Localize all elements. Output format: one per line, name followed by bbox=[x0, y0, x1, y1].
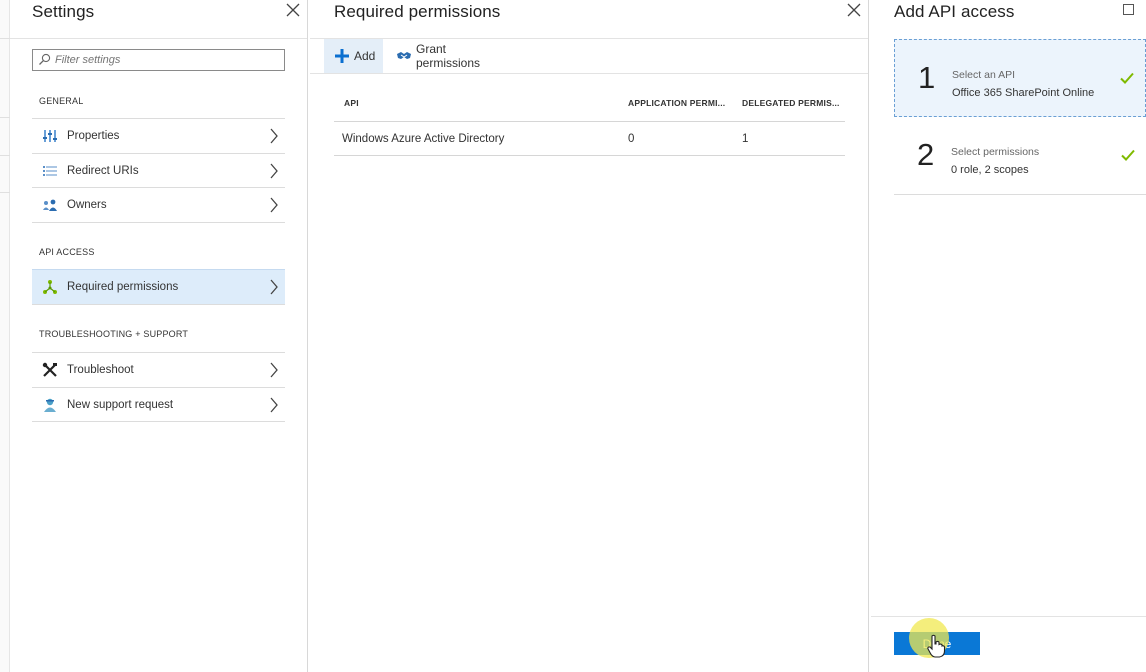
step-subtitle: 0 role, 2 scopes bbox=[951, 164, 1029, 176]
handshake-icon bbox=[396, 48, 412, 64]
add-api-access-blade: Add API access 1 Select an API Office 36… bbox=[871, 0, 1146, 672]
table-row[interactable]: Windows Azure Active Directory 0 1 bbox=[334, 122, 845, 156]
permissions-icon bbox=[42, 279, 58, 295]
checkmark-icon bbox=[1119, 70, 1135, 86]
step-title: Select an API bbox=[952, 69, 1016, 81]
step-select-api[interactable]: 1 Select an API Office 365 SharePoint On… bbox=[894, 39, 1146, 117]
column-header-api[interactable]: API bbox=[344, 88, 624, 122]
cell-api-name: Windows Azure Active Directory bbox=[342, 133, 505, 145]
section-heading-api-access: API ACCESS bbox=[39, 247, 95, 257]
maximize-icon[interactable] bbox=[1123, 4, 1134, 15]
step-title: Select permissions bbox=[951, 146, 1040, 158]
menu-item-label: Owners bbox=[67, 199, 107, 211]
menu-item-required-permissions[interactable]: Required permissions bbox=[32, 270, 285, 305]
close-icon[interactable] bbox=[847, 3, 861, 17]
checkmark-icon bbox=[1120, 147, 1136, 163]
tools-icon bbox=[42, 362, 58, 378]
list-icon bbox=[42, 163, 58, 179]
permissions-table: API APPLICATION PERMI... DELEGATED PERMI… bbox=[334, 88, 845, 156]
section-heading-troubleshooting: TROUBLESHOOTING + SUPPORT bbox=[39, 329, 189, 339]
owners-icon bbox=[42, 197, 58, 213]
step-number: 1 bbox=[918, 60, 936, 95]
close-icon[interactable] bbox=[286, 3, 300, 17]
menu-item-label: Troubleshoot bbox=[67, 364, 134, 376]
chevron-right-icon bbox=[269, 397, 279, 413]
api-access-menu: Required permissions bbox=[32, 269, 285, 305]
chevron-right-icon bbox=[269, 128, 279, 144]
menu-item-label: Properties bbox=[67, 130, 120, 142]
grant-permissions-label: Grant permissions bbox=[416, 42, 481, 70]
support-person-icon bbox=[42, 397, 58, 413]
cell-application-permissions: 0 bbox=[628, 133, 635, 145]
step-select-permissions[interactable]: 2 Select permissions 0 role, 2 scopes bbox=[894, 117, 1146, 195]
column-header-application-permissions[interactable]: APPLICATION PERMI... bbox=[628, 88, 732, 122]
chevron-right-icon bbox=[269, 279, 279, 295]
grant-permissions-button[interactable]: Grant permissions bbox=[396, 39, 480, 73]
required-permissions-blade: Required permissions Add Grant permissio… bbox=[310, 0, 869, 672]
required-permissions-title: Required permissions bbox=[334, 2, 501, 21]
support-menu: Troubleshoot New support request bbox=[32, 352, 285, 422]
add-label: Add bbox=[354, 49, 376, 63]
step-subtitle: Office 365 SharePoint Online bbox=[952, 87, 1095, 99]
filter-settings-input[interactable] bbox=[32, 49, 285, 71]
chevron-right-icon bbox=[269, 197, 279, 213]
chevron-right-icon bbox=[269, 362, 279, 378]
menu-item-troubleshoot[interactable]: Troubleshoot bbox=[32, 353, 285, 388]
chevron-right-icon bbox=[269, 163, 279, 179]
search-icon bbox=[38, 53, 51, 66]
settings-title: Settings bbox=[32, 2, 95, 21]
general-menu: Properties Redirect URIs Owners bbox=[32, 118, 285, 223]
section-heading-general: GENERAL bbox=[39, 96, 84, 106]
background-blade-edge bbox=[0, 0, 10, 672]
settings-blade: Settings GENERAL Properties Redirect URI… bbox=[10, 0, 308, 672]
properties-icon bbox=[42, 128, 58, 144]
menu-item-properties[interactable]: Properties bbox=[32, 119, 285, 154]
step-number: 2 bbox=[917, 137, 935, 172]
menu-item-label: Redirect URIs bbox=[67, 164, 139, 177]
menu-item-label: New support request bbox=[67, 398, 174, 411]
table-header: API APPLICATION PERMI... DELEGATED PERMI… bbox=[334, 88, 845, 122]
menu-item-owners[interactable]: Owners bbox=[32, 188, 285, 223]
column-header-delegated-permissions[interactable]: DELEGATED PERMIS... bbox=[742, 88, 845, 122]
add-button[interactable]: Add bbox=[324, 39, 383, 73]
menu-item-new-support-request[interactable]: New support request bbox=[32, 388, 285, 422]
cell-delegated-permissions: 1 bbox=[742, 133, 749, 145]
menu-item-label: Required permissions bbox=[67, 281, 179, 293]
done-button[interactable]: Done bbox=[894, 632, 980, 655]
add-api-access-title: Add API access bbox=[894, 2, 1015, 21]
menu-item-redirect-uris[interactable]: Redirect URIs bbox=[32, 154, 285, 188]
plus-icon bbox=[334, 48, 350, 64]
